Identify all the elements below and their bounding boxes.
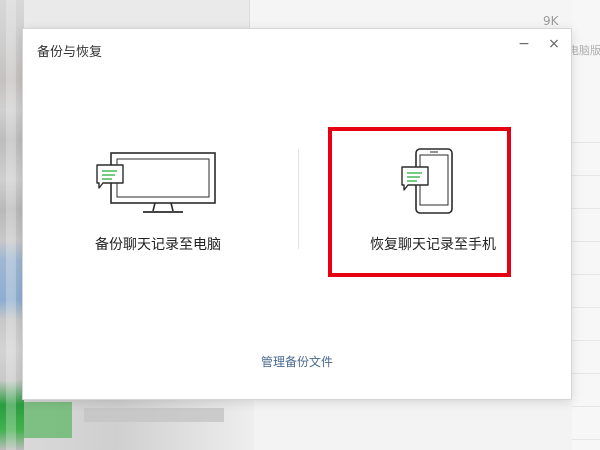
background-app-bottom-item: [24, 398, 254, 450]
background-version-text: 电脑版: [568, 44, 600, 57]
minimize-icon: −: [518, 36, 530, 52]
backup-to-pc-option[interactable]: 备份聊天记录至电脑: [63, 139, 253, 289]
option-divider: [298, 149, 299, 249]
manage-backup-files-link[interactable]: 管理备份文件: [23, 353, 571, 370]
restore-to-phone-option[interactable]: 恢复聊天记录至手机: [338, 139, 528, 289]
backup-restore-dialog: 备份与恢复 − × 备份聊天记录至电脑 恢复聊天记录至手机 管理备份文件: [22, 28, 572, 400]
background-app-list-lines: [572, 110, 600, 450]
minimize-button[interactable]: −: [515, 35, 533, 53]
background-app-sidebar: [0, 0, 24, 450]
monitor-with-chat-icon: [96, 152, 216, 213]
background-count-text: 9K: [543, 14, 559, 28]
close-button[interactable]: ×: [545, 35, 563, 53]
close-icon: ×: [548, 36, 560, 52]
phone-with-chat-icon: [401, 148, 453, 214]
background-app-search-area: [24, 0, 250, 30]
backup-to-pc-label: 备份聊天记录至电脑: [95, 237, 221, 253]
restore-to-phone-label: 恢复聊天记录至手机: [370, 237, 496, 253]
dialog-title: 备份与恢复: [37, 45, 103, 60]
